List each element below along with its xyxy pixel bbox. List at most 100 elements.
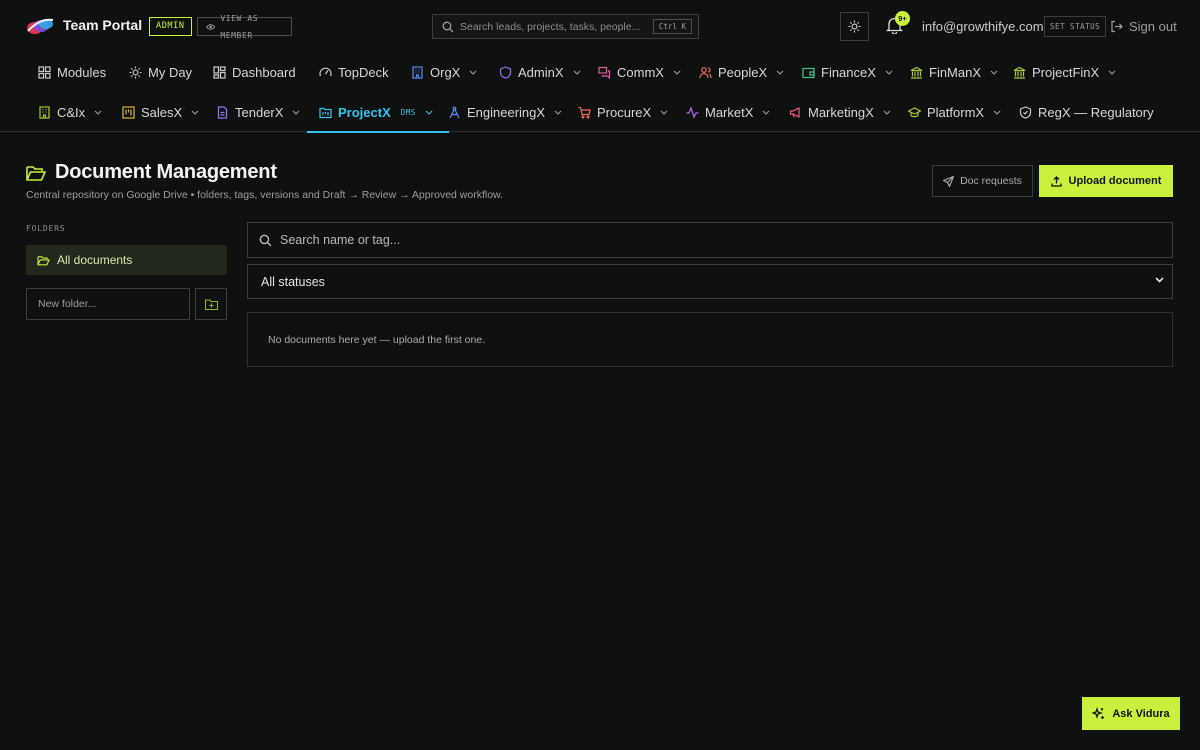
top-bar: Team Portal ADMIN VIEW AS MEMBER Ctrl K …: [0, 0, 1200, 52]
nav-procurex[interactable]: ProcureX: [578, 92, 668, 132]
folder-plus-icon: [204, 298, 218, 310]
nav-financex-label: FinanceX: [821, 64, 876, 80]
nav-my-day[interactable]: My Day: [129, 52, 192, 92]
chevron-down-icon: [993, 110, 1001, 115]
building-icon: [39, 105, 50, 119]
sparkles-icon: [1092, 707, 1105, 719]
nav-dashboard-label: Dashboard: [232, 64, 296, 80]
chevron-down-icon: [763, 110, 770, 115]
add-folder-button[interactable]: [195, 288, 227, 320]
chevron-down-icon: [94, 110, 102, 115]
document-search-input[interactable]: [280, 233, 1140, 247]
set-status-button[interactable]: SET STATUS: [1044, 16, 1107, 37]
chevron-down-icon: [660, 110, 668, 115]
global-search[interactable]: Ctrl K: [432, 14, 699, 39]
send-icon: [943, 175, 955, 187]
nav-topdeck[interactable]: TopDeck: [319, 52, 389, 92]
folders-heading: FOLDERS: [26, 224, 66, 233]
nav-my-day-label: My Day: [148, 64, 193, 80]
nav-orgx[interactable]: OrgX: [411, 52, 477, 92]
kanban-icon: [122, 105, 135, 119]
nav-modules[interactable]: Modules: [38, 52, 106, 92]
user-email[interactable]: info@growthifye.com: [922, 19, 1044, 34]
status-filter-value: All statuses: [261, 274, 325, 289]
nav-modules-label: Modules: [57, 64, 107, 80]
empty-state-text: No documents here yet — upload the first…: [268, 333, 486, 346]
app-title[interactable]: Team Portal: [63, 17, 142, 33]
new-folder-input[interactable]: [26, 288, 190, 320]
gauge-icon: [319, 67, 332, 76]
nav-financex[interactable]: FinanceX: [802, 52, 893, 92]
nav-projectx-label: ProjectX: [338, 104, 391, 120]
upload-icon: [1050, 175, 1062, 187]
nav-procurex-label: ProcureX: [597, 104, 652, 120]
nav-regx[interactable]: RegX — Regulatory: [1019, 92, 1154, 132]
page-title: Document Management: [55, 161, 277, 183]
doc-requests-button[interactable]: Doc requests: [932, 165, 1033, 197]
sign-out-button[interactable]: Sign out: [1110, 19, 1177, 34]
chevron-down-icon: [885, 70, 893, 75]
module-nav-secondary: C&Ix SalesX TenderX ProjectX DMS Enginee…: [0, 92, 1200, 133]
upload-document-label: Upload document: [1068, 175, 1162, 187]
chevron-down-icon: [554, 110, 562, 115]
empty-state: No documents here yet — upload the first…: [247, 312, 1173, 367]
global-search-input[interactable]: [460, 20, 650, 33]
nav-cix-label: C&Ix: [57, 104, 86, 120]
nav-cix[interactable]: C&Ix: [38, 92, 102, 132]
nav-projectfinx[interactable]: ProjectFinX: [1013, 52, 1116, 92]
nav-commx[interactable]: CommX: [598, 52, 681, 92]
grid-icon: [38, 65, 51, 79]
page-subtitle: Central repository on Google Drive • fol…: [26, 189, 503, 201]
chevron-down-icon: [1108, 70, 1116, 75]
eye-icon: [206, 23, 216, 30]
upload-document-button[interactable]: Upload document: [1039, 165, 1173, 197]
view-as-member-button[interactable]: VIEW AS MEMBER: [197, 14, 292, 40]
chevron-down-icon: [293, 110, 300, 115]
folder-open-icon: [37, 255, 50, 265]
nav-engineeringx-label: EngineeringX: [467, 104, 546, 120]
document-search[interactable]: [247, 222, 1173, 258]
shield-icon: [499, 65, 512, 79]
folder-item-all-documents[interactable]: All documents: [26, 245, 227, 275]
graduation-icon: [908, 106, 921, 117]
nav-engineeringx[interactable]: EngineeringX: [448, 92, 562, 132]
nav-peoplex[interactable]: PeopleX: [699, 52, 784, 92]
search-icon: [442, 21, 454, 32]
ask-assistant-label: Ask Vidura: [1112, 707, 1170, 720]
nav-platformx[interactable]: PlatformX: [908, 92, 1001, 132]
nav-salesx[interactable]: SalesX: [122, 92, 199, 132]
nav-marketingx[interactable]: MarketingX: [789, 92, 891, 132]
logo-icon[interactable]: [26, 16, 54, 36]
status-filter-select[interactable]: All statuses: [247, 264, 1173, 299]
logout-icon: [1111, 20, 1123, 33]
nav-regx-label: RegX — Regulatory: [1038, 104, 1154, 120]
nav-finmanx[interactable]: FinManX: [910, 52, 998, 92]
nav-marketx[interactable]: MarketX: [686, 92, 770, 132]
megaphone-icon: [789, 106, 800, 118]
ask-assistant-button[interactable]: Ask Vidura: [1082, 697, 1180, 730]
theme-toggle-button[interactable]: [840, 12, 869, 41]
nav-tenderx[interactable]: TenderX: [216, 92, 300, 132]
shield-check-icon: [1019, 105, 1032, 119]
nav-projectx[interactable]: ProjectX DMS: [307, 92, 449, 133]
nav-platformx-label: PlatformX: [927, 104, 985, 120]
nav-dashboard[interactable]: Dashboard: [213, 52, 296, 92]
nav-commx-label: CommX: [617, 64, 664, 80]
chevron-down-icon: [883, 110, 891, 115]
file-icon: [217, 105, 228, 119]
nav-salesx-label: SalesX: [141, 104, 183, 120]
module-nav-primary: Modules My Day Dashboard TopDeck OrgX Ad…: [0, 52, 1200, 92]
compass-icon: [449, 106, 460, 118]
view-as-member-label: VIEW AS MEMBER: [220, 13, 259, 40]
nav-projectx-tag: DMS: [400, 107, 416, 117]
cart-icon: [578, 106, 591, 119]
nav-tenderx-label: TenderX: [235, 104, 284, 120]
nav-projectfinx-label: ProjectFinX: [1032, 64, 1100, 80]
nav-adminx[interactable]: AdminX: [499, 52, 581, 92]
chevron-down-icon: [776, 70, 784, 75]
chevron-down-icon: [1155, 277, 1164, 283]
chevron-down-icon: [191, 110, 199, 115]
building-icon: [412, 65, 423, 79]
chevron-down-icon: [425, 110, 433, 115]
folder-open-icon: [26, 165, 46, 181]
